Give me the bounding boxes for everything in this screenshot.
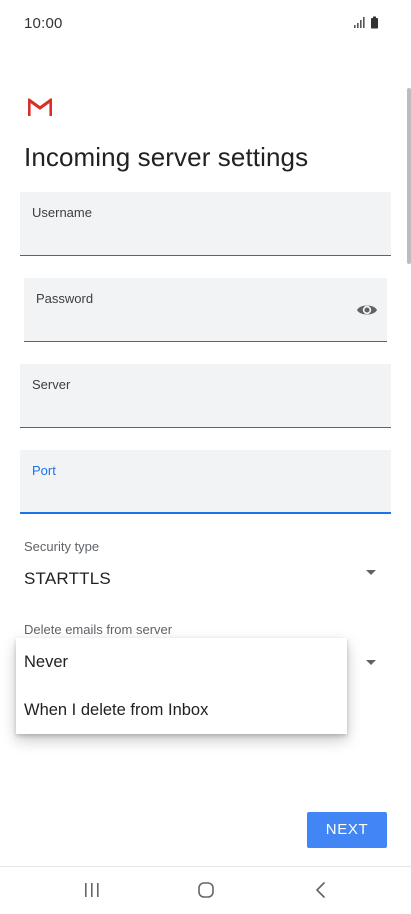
username-field[interactable]: Username — [20, 192, 391, 256]
server-label: Server — [32, 377, 71, 392]
eye-icon[interactable] — [356, 302, 378, 318]
home-icon[interactable] — [195, 880, 217, 900]
scrollbar[interactable] — [407, 88, 411, 264]
security-type-value: STARTTLS — [24, 569, 111, 588]
delete-emails-menu: Never When I delete from Inbox — [16, 638, 347, 734]
server-field[interactable]: Server — [20, 364, 391, 428]
gmail-logo-icon — [28, 98, 52, 116]
back-icon[interactable] — [310, 880, 332, 900]
next-button[interactable]: NEXT — [307, 812, 387, 848]
chevron-down-icon — [366, 570, 376, 575]
password-label: Password — [36, 291, 94, 306]
security-type-label: Security type — [24, 539, 100, 554]
page-title: Incoming server settings — [24, 142, 309, 172]
chevron-down-icon[interactable] — [366, 660, 376, 665]
status-time: 10:00 — [24, 15, 63, 32]
menu-item-when-delete-from-inbox[interactable]: When I delete from Inbox — [16, 686, 347, 734]
status-icons — [354, 16, 378, 29]
recent-apps-icon[interactable] — [81, 880, 103, 900]
port-label: Port — [32, 463, 56, 478]
navigation-bar — [0, 867, 411, 914]
security-type-select[interactable]: STARTTLS — [20, 560, 391, 598]
password-field[interactable]: Password — [24, 278, 387, 342]
delete-emails-label: Delete emails from server — [24, 622, 173, 637]
battery-icon — [371, 16, 378, 29]
signal-icon — [354, 17, 365, 28]
status-bar: 10:00 — [0, 0, 411, 48]
port-field[interactable]: Port — [20, 450, 391, 514]
menu-item-never[interactable]: Never — [16, 638, 347, 686]
username-label: Username — [32, 205, 92, 220]
